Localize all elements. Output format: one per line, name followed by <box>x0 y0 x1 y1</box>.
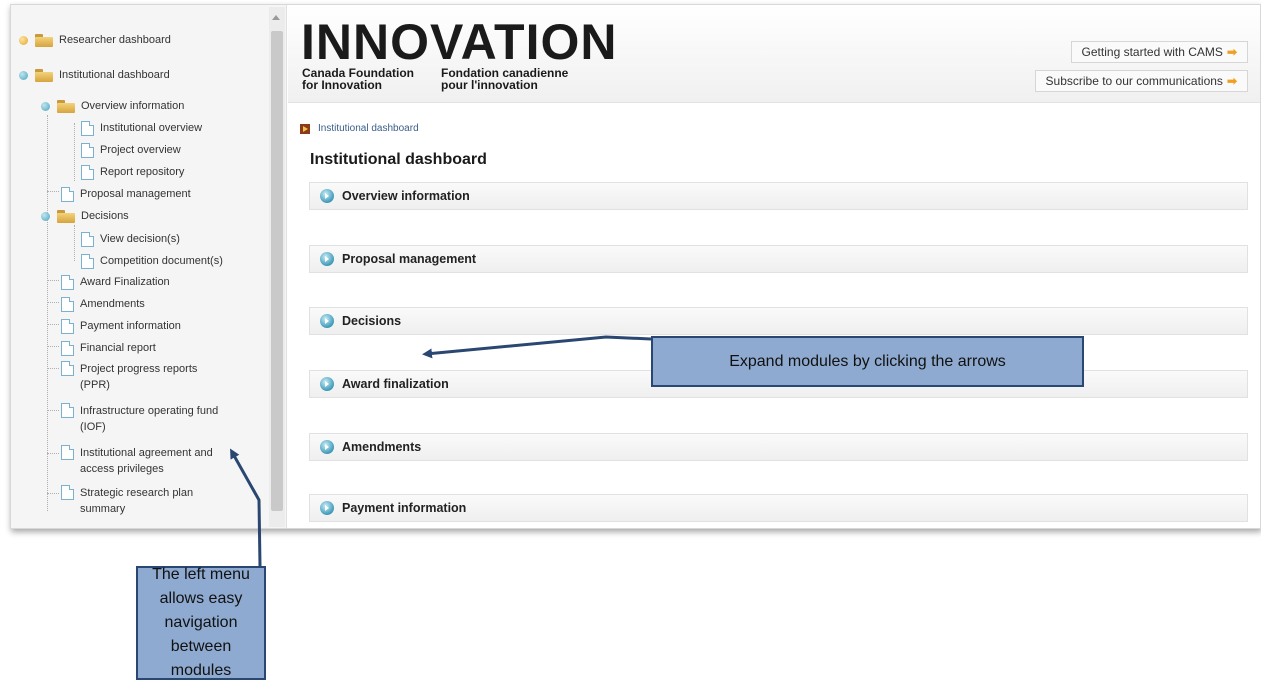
sidebar-item-institutional-overview[interactable]: Institutional overview <box>81 119 202 137</box>
module-label: Award finalization <box>342 377 449 391</box>
module-label: Payment information <box>342 501 467 515</box>
sidebar-item-label: Competition document(s) <box>100 255 223 267</box>
sidebar-scrollbar[interactable] <box>269 7 285 527</box>
callout-text: Expand modules by clicking the arrows <box>729 352 1006 370</box>
sidebar-item-label: View decision(s) <box>100 233 180 245</box>
document-icon <box>61 361 74 376</box>
sidebar-item-project-progress-reports[interactable]: Project progress reports (PPR) <box>61 361 211 393</box>
document-icon <box>81 231 94 247</box>
document-icon <box>61 296 74 312</box>
sidebar-item-amendments[interactable]: Amendments <box>61 295 145 313</box>
module-label: Decisions <box>342 314 402 328</box>
left-menu: Researcher dashboard Institutional dashb… <box>11 5 287 528</box>
callout-text: The left menu allows easy navigation bet… <box>152 566 250 679</box>
breadcrumb: Institutional dashboard <box>300 123 419 134</box>
getting-started-label: Getting started with CAMS <box>1081 45 1223 59</box>
sidebar-item-label: Institutional agreement and access privi… <box>80 447 213 475</box>
document-icon <box>81 120 94 136</box>
page-title: Institutional dashboard <box>310 151 487 168</box>
scroll-up-arrow-icon[interactable] <box>272 15 280 20</box>
sidebar-item-award-finalization[interactable]: Award Finalization <box>61 273 170 291</box>
sidebar-item-competition-documents[interactable]: Competition document(s) <box>81 252 223 270</box>
document-icon <box>61 318 74 334</box>
expand-arrow-icon[interactable] <box>320 440 334 454</box>
sidebar-item-researcher-dashboard[interactable]: Researcher dashboard <box>19 31 171 49</box>
folder-icon <box>35 33 53 47</box>
subscribe-button[interactable]: Subscribe to our communications ➡ <box>1034 70 1248 92</box>
logo-english: Canada Foundation for Innovation <box>302 66 414 92</box>
site-header: INNOVATION Canada Foundation for Innovat… <box>288 5 1260 103</box>
sidebar-item-financial-report[interactable]: Financial report <box>61 339 156 357</box>
document-icon <box>61 186 74 202</box>
expand-arrow-icon[interactable] <box>320 501 334 515</box>
sidebar-item-label: Proposal management <box>80 188 191 200</box>
sidebar-item-label: Report repository <box>100 166 185 178</box>
collapse-toggle-icon[interactable] <box>19 35 28 45</box>
document-icon <box>61 485 74 500</box>
sidebar-item-label: Overview information <box>81 100 185 112</box>
expand-arrow-icon[interactable] <box>320 314 334 328</box>
sidebar-item-project-overview[interactable]: Project overview <box>81 141 181 159</box>
getting-started-button[interactable]: Getting started with CAMS ➡ <box>1070 41 1248 63</box>
callout-expand-modules: Expand modules by clicking the arrows <box>651 336 1084 387</box>
expand-toggle-icon[interactable] <box>19 70 28 80</box>
module-proposal-management[interactable]: Proposal management <box>309 245 1248 273</box>
sidebar-item-view-decisions[interactable]: View decision(s) <box>81 230 180 248</box>
sidebar-item-institutional-agreement[interactable]: Institutional agreement and access privi… <box>61 445 241 477</box>
module-label: Proposal management <box>342 252 477 266</box>
sidebar-item-proposal-management[interactable]: Proposal management <box>61 185 191 203</box>
sidebar-item-decisions[interactable]: Decisions <box>41 207 129 225</box>
sidebar-item-label: Researcher dashboard <box>59 34 171 46</box>
module-payment-information[interactable]: Payment information <box>309 494 1248 522</box>
expand-arrow-icon[interactable] <box>320 252 334 266</box>
sidebar-item-label: Payment information <box>80 320 181 332</box>
logo-french: Fondation canadienne pour l'innovation <box>441 66 569 92</box>
sidebar-item-infrastructure-operating-fund[interactable]: Infrastructure operating fund (IOF) <box>61 403 231 435</box>
subscribe-label: Subscribe to our communications <box>1045 74 1223 88</box>
innovation-logo: INNOVATION <box>301 14 618 70</box>
sidebar-item-label: Project progress reports (PPR) <box>80 363 198 391</box>
document-icon <box>61 274 74 290</box>
expand-toggle-icon[interactable] <box>41 101 50 111</box>
sidebar-item-label: Strategic research plan summary <box>80 487 194 515</box>
document-icon <box>81 142 94 158</box>
callout-left-menu: The left menu allows easy navigation bet… <box>136 566 266 680</box>
sidebar-item-label: Infrastructure operating fund (IOF) <box>80 405 219 433</box>
folder-open-icon <box>57 209 75 223</box>
sidebar-item-label: Project overview <box>100 144 181 156</box>
sidebar-item-strategic-research-plan[interactable]: Strategic research plan summary <box>61 485 231 517</box>
main-content: INNOVATION Canada Foundation for Innovat… <box>288 5 1260 528</box>
app-window: Researcher dashboard Institutional dashb… <box>10 4 1261 529</box>
sidebar-item-label: Financial report <box>80 342 156 354</box>
sidebar-item-label: Institutional overview <box>100 122 203 134</box>
module-overview-information[interactable]: Overview information <box>309 182 1248 210</box>
scrollbar-thumb[interactable] <box>271 31 283 511</box>
sidebar-item-institutional-dashboard[interactable]: Institutional dashboard <box>19 66 170 84</box>
breadcrumb-link[interactable]: Institutional dashboard <box>318 123 419 134</box>
expand-toggle-icon[interactable] <box>41 211 50 221</box>
sidebar-item-report-repository[interactable]: Report repository <box>81 163 184 181</box>
expand-arrow-icon[interactable] <box>320 377 334 391</box>
breadcrumb-arrow-icon <box>300 123 310 134</box>
document-icon <box>61 403 74 418</box>
expand-arrow-icon[interactable] <box>320 189 334 203</box>
sidebar-item-label: Institutional dashboard <box>59 69 170 81</box>
sidebar-item-label: Amendments <box>80 298 145 310</box>
folder-open-icon <box>35 68 53 82</box>
document-icon <box>61 445 74 460</box>
module-label: Overview information <box>342 189 470 203</box>
module-amendments[interactable]: Amendments <box>309 433 1248 461</box>
sidebar-item-payment-information[interactable]: Payment information <box>61 317 181 335</box>
document-icon <box>61 340 74 356</box>
document-icon <box>81 253 94 269</box>
document-icon <box>81 164 94 180</box>
module-label: Amendments <box>342 440 422 454</box>
sidebar-item-label: Award Finalization <box>80 276 170 288</box>
sidebar-item-overview-information[interactable]: Overview information <box>41 97 184 115</box>
module-decisions[interactable]: Decisions <box>309 307 1248 335</box>
arrow-right-icon: ➡ <box>1226 45 1237 59</box>
folder-open-icon <box>57 99 75 113</box>
arrow-right-icon: ➡ <box>1226 74 1237 88</box>
sidebar-item-label: Decisions <box>81 210 129 222</box>
